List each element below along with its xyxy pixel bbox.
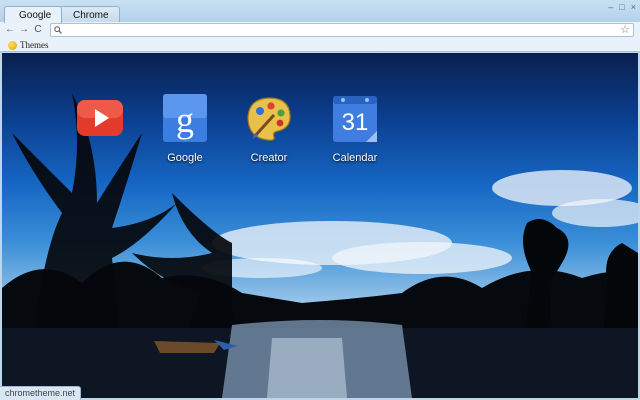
close-button[interactable]: ×	[631, 2, 636, 12]
app-creator[interactable]: Creator	[237, 93, 301, 165]
maximize-button[interactable]: □	[619, 2, 624, 12]
tab-label: Google	[19, 10, 52, 21]
star-icon[interactable]: ☆	[620, 23, 630, 37]
search-icon	[54, 26, 62, 34]
calendar-icon: 31	[333, 96, 377, 142]
app-label: Calendar	[332, 152, 378, 164]
app-google-search[interactable]: g Google	[153, 93, 217, 165]
google-search-icon: g	[163, 94, 207, 142]
theme-icon	[8, 40, 17, 50]
tab-google[interactable]: Google	[4, 6, 62, 23]
back-button[interactable]: ←	[4, 24, 16, 36]
svg-text:g: g	[176, 100, 194, 140]
omnibox[interactable]: ☆	[50, 23, 634, 37]
tab-label: Chrome	[73, 10, 109, 21]
app-calendar[interactable]: 31 Calendar	[323, 93, 387, 165]
minimize-button[interactable]: –	[608, 2, 613, 12]
new-tab-page: g Google Creator 31 Calendar	[2, 53, 638, 398]
youtube-icon	[77, 100, 123, 136]
reload-button[interactable]: C	[32, 24, 44, 36]
tab-chrome[interactable]: Chrome	[58, 6, 120, 23]
calendar-day: 31	[342, 109, 369, 136]
app-label: Google	[167, 152, 203, 164]
status-text: chrometheme.net	[5, 388, 76, 398]
palette-icon	[247, 97, 291, 141]
bookmarks-bar: Themes	[0, 38, 640, 52]
bookmark-label: Themes	[20, 40, 49, 50]
app-youtube[interactable]	[68, 97, 132, 146]
toolbar: ← → C ☆	[0, 22, 640, 38]
window-controls: – □ ×	[608, 2, 636, 12]
app-label: Creator	[250, 152, 288, 164]
title-bar: Google Chrome – □ ×	[0, 0, 640, 23]
bookmark-themes[interactable]: Themes	[8, 39, 49, 51]
forward-button[interactable]: →	[18, 24, 30, 36]
status-bar: chrometheme.net	[0, 386, 82, 400]
